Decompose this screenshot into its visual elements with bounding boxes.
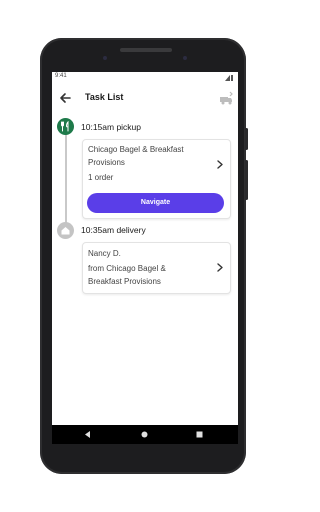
system-nav-bar [52, 425, 238, 444]
status-bar: 9:41 [52, 72, 238, 84]
house-icon [61, 227, 70, 235]
signal-icon [225, 75, 233, 81]
timeline-line [65, 131, 67, 225]
back-arrow-icon[interactable] [57, 90, 73, 106]
delivery-source-line-2: Breakfast Provisions [88, 277, 161, 286]
phone-power-button [245, 128, 248, 150]
nav-back-icon[interactable] [83, 430, 92, 439]
navigate-button[interactable]: Navigate [87, 193, 224, 213]
chevron-right-icon[interactable] [215, 160, 224, 169]
page-title: Task List [85, 92, 124, 102]
phone-camera [103, 56, 107, 60]
delivery-customer-name: Nancy D. [88, 249, 121, 258]
pickup-store-name-line-2: Provisions [88, 158, 125, 167]
phone-volume-button [245, 160, 248, 200]
delivery-card[interactable]: Nancy D. from Chicago Bagel & Breakfast … [82, 242, 231, 294]
app-bar: Task List [52, 86, 238, 110]
screen: 9:41 Task List 10:15am pickup Chicago Ba… [52, 72, 238, 425]
delivery-heading: 10:35am delivery [81, 225, 146, 235]
status-time: 9:41 [55, 73, 67, 79]
delivery-source-line-1: from Chicago Bagel & [88, 264, 166, 273]
pickup-order-count: 1 order [88, 173, 114, 182]
phone-speaker [120, 48, 172, 52]
pickup-pin [57, 118, 74, 135]
nav-recents-icon[interactable] [195, 430, 204, 439]
nav-home-icon[interactable] [140, 430, 149, 439]
pickup-store-name-line-1: Chicago Bagel & Breakfast [88, 145, 184, 154]
delivery-pin [57, 222, 74, 239]
pickup-card[interactable]: Chicago Bagel & Breakfast Provisions 1 o… [82, 139, 231, 219]
pickup-heading: 10:15am pickup [81, 122, 142, 132]
chevron-right-icon[interactable] [215, 263, 224, 272]
truck-icon[interactable] [218, 90, 234, 106]
fork-knife-icon [61, 121, 69, 132]
phone-sensor [183, 56, 187, 60]
